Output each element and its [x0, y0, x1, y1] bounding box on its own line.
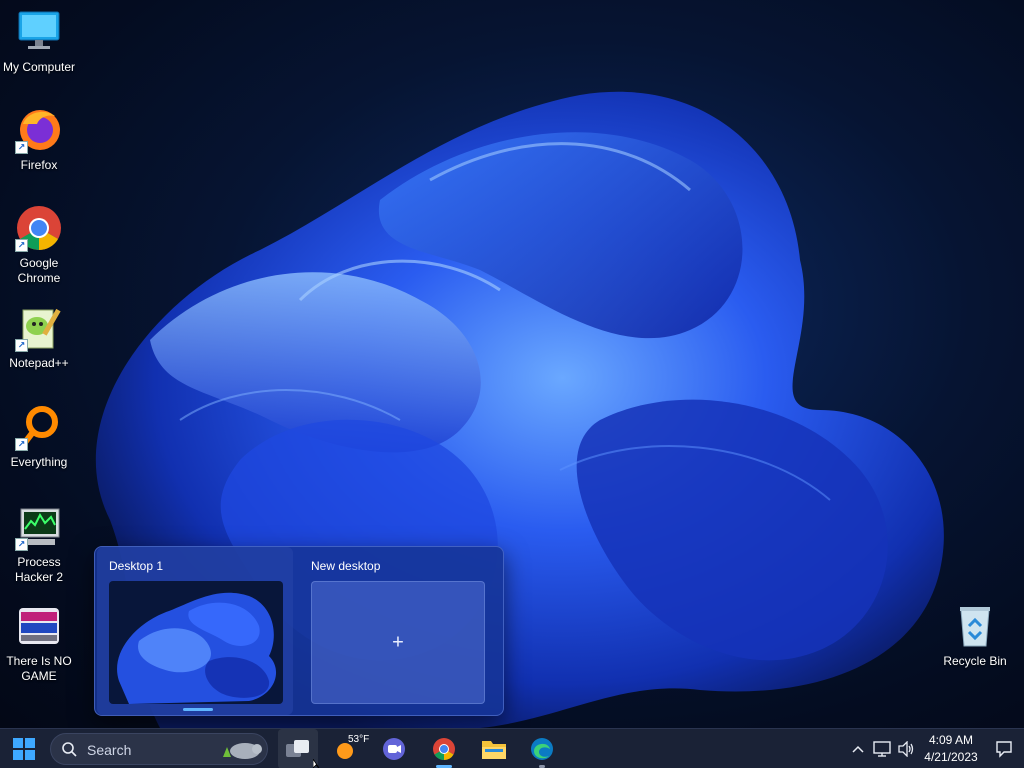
mouse-cursor-icon — [313, 759, 320, 768]
desktop-icon-label: Notepad++ — [9, 356, 69, 370]
everything-search-icon: ↗ — [15, 403, 63, 451]
edge-icon — [531, 738, 553, 760]
desktop-icon-recycle-bin[interactable]: Recycle Bin — [936, 602, 1014, 669]
teams-chat-icon — [383, 738, 405, 760]
desktop-icon-there-is-no-game[interactable]: There Is NO GAME — [0, 602, 78, 684]
virtual-desktop-title: Desktop 1 — [109, 559, 164, 573]
desktop-icon-label: Firefox — [20, 158, 58, 172]
chrome-taskbar-button[interactable] — [424, 729, 464, 768]
chrome-icon: ↗ — [15, 204, 63, 252]
plus-icon: + — [392, 631, 404, 653]
desktop-icon-firefox[interactable]: ↗ Firefox — [0, 106, 78, 173]
file-explorer-taskbar-button[interactable] — [474, 729, 514, 768]
show-hidden-icons-button[interactable] — [846, 729, 870, 768]
virtual-desktop-preview[interactable] — [109, 581, 283, 704]
taskbar-clock[interactable]: 4:09 AM 4/21/2023 — [920, 729, 982, 768]
start-button[interactable] — [4, 729, 44, 768]
manatee-search-highlight-icon — [223, 743, 262, 759]
desktop-icon-label: Google Chrome — [17, 256, 61, 285]
desktop-icon-label: There Is NO GAME — [6, 654, 72, 683]
task-view-icon — [286, 740, 309, 757]
clock-date: 4/21/2023 — [924, 750, 978, 764]
network-button[interactable] — [870, 729, 894, 768]
desktop-icon-label: Recycle Bin — [943, 654, 1007, 668]
task-view-flyout: Desktop 1 New desktop + — [94, 546, 504, 716]
taskbar-search-box[interactable]: Search — [50, 733, 268, 765]
taskbar: Search 53°F 4:09 AM 4/21/2023 — [0, 728, 1024, 768]
virtual-desktop-1[interactable]: Desktop 1 — [97, 547, 293, 715]
desktop-icon-label: Process Hacker 2 — [14, 555, 64, 584]
recycle-bin-icon — [951, 602, 999, 650]
desktop-icon-notepad-plus-plus[interactable]: ↗ Notepad++ — [0, 304, 78, 371]
new-desktop-button[interactable]: + — [311, 581, 485, 704]
task-view-button[interactable] — [278, 729, 318, 768]
desktop-icon-google-chrome[interactable]: ↗ Google Chrome — [0, 204, 78, 286]
weather-temperature: 53°F — [348, 734, 370, 745]
wallpaper-thumbnail — [117, 592, 277, 704]
volume-button[interactable] — [894, 729, 918, 768]
shortcut-arrow-icon: ↗ — [15, 438, 28, 451]
search-icon — [62, 742, 77, 757]
edge-taskbar-button[interactable] — [522, 729, 562, 768]
desktop-icon-my-computer[interactable]: My Computer — [0, 8, 78, 75]
monitor-icon — [15, 8, 63, 56]
notepad-plus-plus-icon: ↗ — [15, 304, 63, 352]
firefox-icon: ↗ — [15, 106, 63, 154]
virtual-desktop-title: New desktop — [311, 559, 381, 573]
notification-center-button[interactable] — [984, 729, 1024, 768]
shortcut-arrow-icon: ↗ — [15, 141, 28, 154]
desktop-icon-label: Everything — [10, 455, 68, 469]
notification-icon — [996, 741, 1012, 758]
chevron-up-icon — [852, 745, 864, 753]
desktop-icon-label: My Computer — [2, 60, 76, 74]
chrome-icon — [433, 738, 455, 760]
weather-widget[interactable]: 53°F — [326, 729, 370, 768]
windows-logo-icon — [13, 738, 35, 760]
teams-chat-button[interactable] — [374, 729, 414, 768]
there-is-no-game-icon — [15, 602, 63, 650]
network-icon — [873, 741, 891, 757]
clock-time: 4:09 AM — [928, 733, 974, 747]
shortcut-arrow-icon: ↗ — [15, 538, 28, 551]
volume-icon — [898, 741, 914, 757]
desktop-icon-everything[interactable]: ↗ Everything — [0, 403, 78, 470]
shortcut-arrow-icon: ↗ — [15, 339, 28, 352]
shortcut-arrow-icon: ↗ — [15, 239, 28, 252]
process-hacker-icon: ↗ — [15, 503, 63, 551]
desktop-icon-process-hacker[interactable]: ↗ Process Hacker 2 — [0, 503, 78, 585]
file-explorer-icon — [482, 741, 506, 759]
active-desktop-indicator — [183, 708, 213, 711]
search-placeholder: Search — [87, 742, 132, 758]
new-desktop[interactable]: New desktop + — [299, 547, 495, 715]
